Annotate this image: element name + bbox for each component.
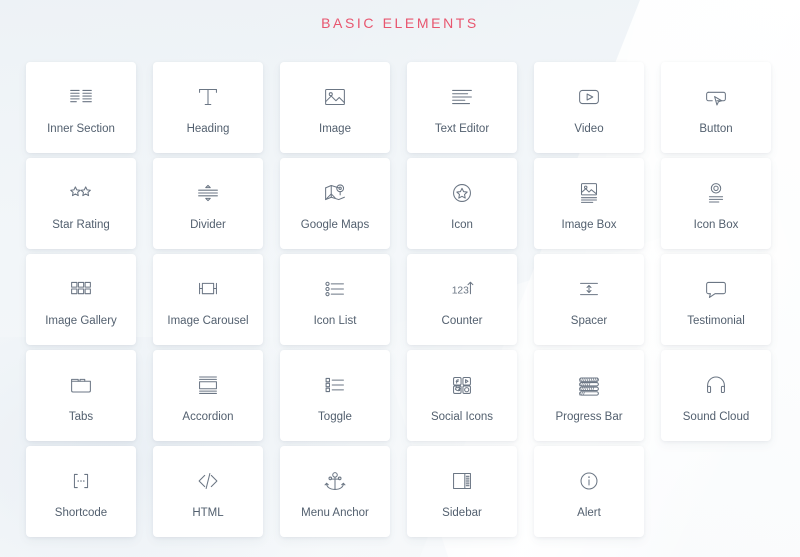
element-card-heading[interactable]: Heading [153,62,263,153]
element-card-label: Inner Section [47,122,115,135]
video-play-icon [572,80,606,114]
element-card-image[interactable]: Image [280,62,390,153]
element-card-label: Image Box [561,218,617,231]
element-card-label: Sound Cloud [682,410,750,423]
image-picture-icon [318,80,352,114]
toggle-list-icon [318,368,352,402]
element-card-google-maps[interactable]: Google Maps [280,158,390,249]
page-title: BASIC ELEMENTS [321,15,479,31]
element-card-menu-anchor[interactable]: Menu Anchor [280,446,390,537]
icon-list-icon [318,272,352,306]
element-card-star-rating[interactable]: Star Rating [26,158,136,249]
element-card-label: Social Icons [430,410,493,423]
shortcode-brackets-icon [64,464,98,498]
element-card-label: Testimonial [687,314,745,327]
element-card-label: Progress Bar [555,410,623,423]
element-card-label: Google Maps [300,218,370,231]
element-card-alert[interactable]: Alert [534,446,644,537]
element-card-progress-bar[interactable]: Progress Bar [534,350,644,441]
element-card-social-icons[interactable]: Social Icons [407,350,517,441]
element-card-label: Toggle [318,410,352,423]
counter-123-icon: 123 [445,272,479,306]
carousel-icon [191,272,225,306]
element-card-label: Sidebar [442,506,482,519]
element-card-icon[interactable]: Icon [407,158,517,249]
element-card-label: Tabs [68,410,94,423]
element-card-label: Counter [441,314,483,327]
code-angle-brackets-icon [191,464,225,498]
gallery-grid-icon [64,272,98,306]
element-card-testimonial[interactable]: Testimonial [661,254,771,345]
accordion-icon [191,368,225,402]
element-card-image-gallery[interactable]: Image Gallery [26,254,136,345]
element-card-label: Alert [577,506,601,519]
element-card-image-box[interactable]: Image Box [534,158,644,249]
speech-bubble-icon [699,272,733,306]
headphones-icon [699,368,733,402]
element-card-counter[interactable]: 123 Counter [407,254,517,345]
image-box-icon [572,176,606,210]
element-card-label: Button [699,122,733,135]
element-card-label: HTML [192,506,224,519]
divider-arrows-icon [191,176,225,210]
element-card-label: Divider [190,218,226,231]
social-icons-grid-icon [445,368,479,402]
text-lines-icon [445,80,479,114]
element-card-accordion[interactable]: Accordion [153,350,263,441]
element-card-label: Spacer [570,314,608,327]
element-card-label: Image Carousel [167,314,249,327]
element-card-divider[interactable]: Divider [153,158,263,249]
element-card-tabs[interactable]: Tabs [26,350,136,441]
star-circle-icon [445,176,479,210]
elements-grid: Inner Section Heading Image Text Editor … [26,62,774,537]
basic-elements-page: BASIC ELEMENTS Inner Section Heading Ima… [0,0,800,557]
heading-t-icon [191,80,225,114]
element-card-label: Image Gallery [45,314,117,327]
element-card-sound-cloud[interactable]: Sound Cloud [661,350,771,441]
element-card-image-carousel[interactable]: Image Carousel [153,254,263,345]
stars-icon [64,176,98,210]
element-card-spacer[interactable]: Spacer [534,254,644,345]
map-pin-icon [318,176,352,210]
element-card-label: Image [319,122,351,135]
inner-section-icon [64,80,98,114]
anchor-icon [318,464,352,498]
element-card-icon-box[interactable]: Icon Box [661,158,771,249]
element-card-inner-section[interactable]: Inner Section [26,62,136,153]
element-card-html[interactable]: HTML [153,446,263,537]
element-card-button[interactable]: Button [661,62,771,153]
progress-bars-icon [572,368,606,402]
element-card-label: Icon List [313,314,357,327]
sidebar-layout-icon [445,464,479,498]
element-card-toggle[interactable]: Toggle [280,350,390,441]
element-card-label: Menu Anchor [301,506,369,519]
element-card-label: Accordion [182,410,234,423]
icon-box-icon [699,176,733,210]
element-card-text-editor[interactable]: Text Editor [407,62,517,153]
element-card-label: Icon [451,218,473,231]
element-card-label: Video [574,122,604,135]
element-card-label: Star Rating [52,218,110,231]
element-card-icon-list[interactable]: Icon List [280,254,390,345]
element-card-video[interactable]: Video [534,62,644,153]
spacer-arrows-icon [572,272,606,306]
element-card-label: Shortcode [54,506,108,519]
tabs-folder-icon [64,368,98,402]
element-card-shortcode[interactable]: Shortcode [26,446,136,537]
element-card-label: Icon Box [693,218,739,231]
button-cursor-icon [699,80,733,114]
element-card-label: Heading [186,122,230,135]
element-card-sidebar[interactable]: Sidebar [407,446,517,537]
svg-text:123: 123 [452,285,469,296]
info-circle-icon [572,464,606,498]
element-card-label: Text Editor [434,122,490,135]
